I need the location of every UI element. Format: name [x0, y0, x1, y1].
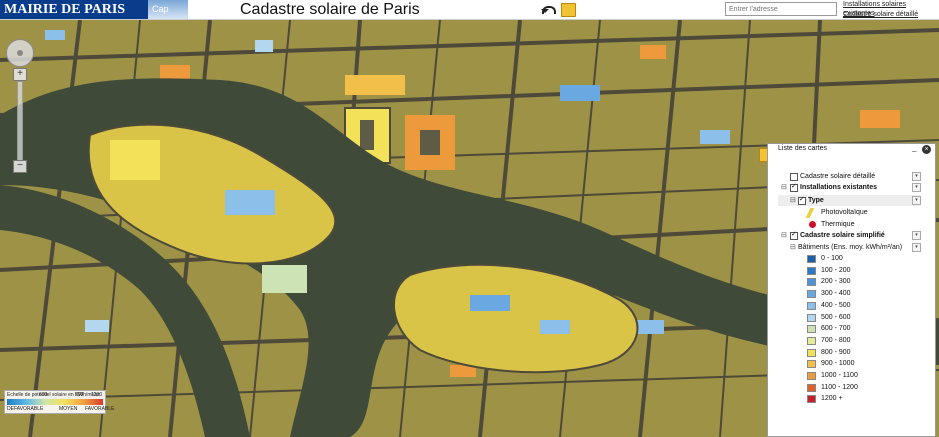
class-swatch: [807, 348, 816, 357]
layer-cadastre-detaille: Cadastre solaire détaillé: [800, 173, 876, 180]
scale-mid-label: MOYEN: [59, 406, 78, 412]
class-label: 400 - 500: [821, 301, 851, 309]
layer-options-dropdown[interactable]: ▾: [912, 196, 921, 205]
cadastre-simplifie-checkbox[interactable]: [790, 230, 798, 240]
address-search-input[interactable]: [725, 2, 837, 16]
class-swatch: [807, 372, 816, 380]
class-label: 800 - 900: [821, 348, 851, 356]
collapse-icon[interactable]: ⊟: [781, 183, 787, 192]
class-label: 700 - 800: [821, 336, 851, 344]
class-swatch: [807, 266, 816, 275]
class-label: 100 - 200: [821, 266, 851, 274]
minimize-icon[interactable]: _: [912, 143, 916, 152]
class-label: 1100 - 1200: [821, 383, 858, 391]
legend-thermique: Thermique: [821, 221, 855, 228]
layer-cadastre-simplifie: Cadastre solaire simplifié: [800, 232, 885, 239]
class-swatch: [807, 325, 816, 334]
folder-icon[interactable]: [561, 3, 576, 17]
class-swatch: [807, 255, 816, 263]
layer-type: Type: [808, 197, 824, 204]
class-swatch: [807, 383, 816, 392]
zoom-out-button[interactable]: −: [13, 160, 27, 173]
mairie-de-paris-logo[interactable]: MAIRIE DE PARIS Cap: [0, 0, 188, 19]
class-swatch: [807, 395, 816, 404]
installations-checkbox[interactable]: [790, 182, 798, 192]
class-label: 0 - 100: [821, 255, 843, 262]
cadastre-detaille-link[interactable]: Cadastre solaire détaillé: [843, 10, 918, 19]
layer-options-dropdown[interactable]: ▾: [912, 172, 921, 181]
scale-max-value: 1200: [91, 392, 103, 398]
class-label: 500 - 600: [821, 313, 851, 321]
close-icon[interactable]: ×: [922, 145, 931, 154]
class-swatch: [807, 313, 816, 322]
logo-text: MAIRIE DE PARIS: [0, 0, 148, 19]
thermal-icon: [809, 221, 816, 228]
logo-sub: Cap: [148, 0, 188, 19]
zoom-slider[interactable]: [17, 81, 23, 161]
layer-installations: Installations existantes: [800, 184, 878, 191]
collapse-icon[interactable]: ⊟: [790, 243, 796, 252]
type-checkbox[interactable]: [798, 195, 806, 205]
back-arrow-icon[interactable]: [541, 2, 556, 16]
scale-title: Echelle de potentiel solaire en KWh/m²/a…: [7, 392, 101, 398]
collapse-icon[interactable]: ⊟: [781, 231, 787, 240]
collapse-icon[interactable]: ⊟: [790, 196, 796, 205]
scale-low-label: DEFAVORABLE: [7, 406, 44, 412]
layer-options-dropdown[interactable]: ▾: [912, 243, 921, 252]
class-label: 1000 - 1100: [821, 372, 858, 379]
legend-photovoltaique: Photovoltaïque: [821, 209, 868, 216]
layer-batiments: Bâtiments (Ens. moy. kWh/m²/an): [798, 244, 903, 251]
scale-min-value: 600: [39, 392, 48, 398]
cadastre-detaille-checkbox[interactable]: [790, 173, 798, 181]
layer-options-dropdown[interactable]: ▾: [912, 231, 921, 240]
class-swatch: [807, 360, 816, 369]
scale-mid-value: 900: [75, 392, 84, 398]
class-swatch: [807, 290, 816, 299]
class-label: 900 - 1000: [821, 360, 855, 368]
class-swatch: [807, 336, 816, 345]
page-title: Cadastre solaire de Paris: [240, 1, 420, 18]
app-header: MAIRIE DE PARIS Cap Cadastre solaire de …: [0, 0, 939, 20]
class-label: 1200 +: [821, 395, 843, 403]
class-swatch: [807, 301, 816, 310]
scale-gradient-bar: [7, 399, 103, 405]
solar-scale-legend: Echelle de potentiel solaire en KWh/m²/a…: [4, 390, 114, 414]
class-swatch: [807, 278, 816, 287]
zoom-in-button[interactable]: +: [13, 68, 27, 81]
class-label: 600 - 700: [821, 325, 851, 333]
class-label: 200 - 300: [821, 278, 851, 286]
scale-high-label: FAVORABLE: [85, 406, 115, 412]
layer-options-dropdown[interactable]: ▾: [912, 183, 921, 192]
pan-control[interactable]: [6, 39, 34, 67]
class-label: 300 - 400: [821, 290, 851, 298]
panel-title: Liste des cartes: [778, 145, 828, 152]
